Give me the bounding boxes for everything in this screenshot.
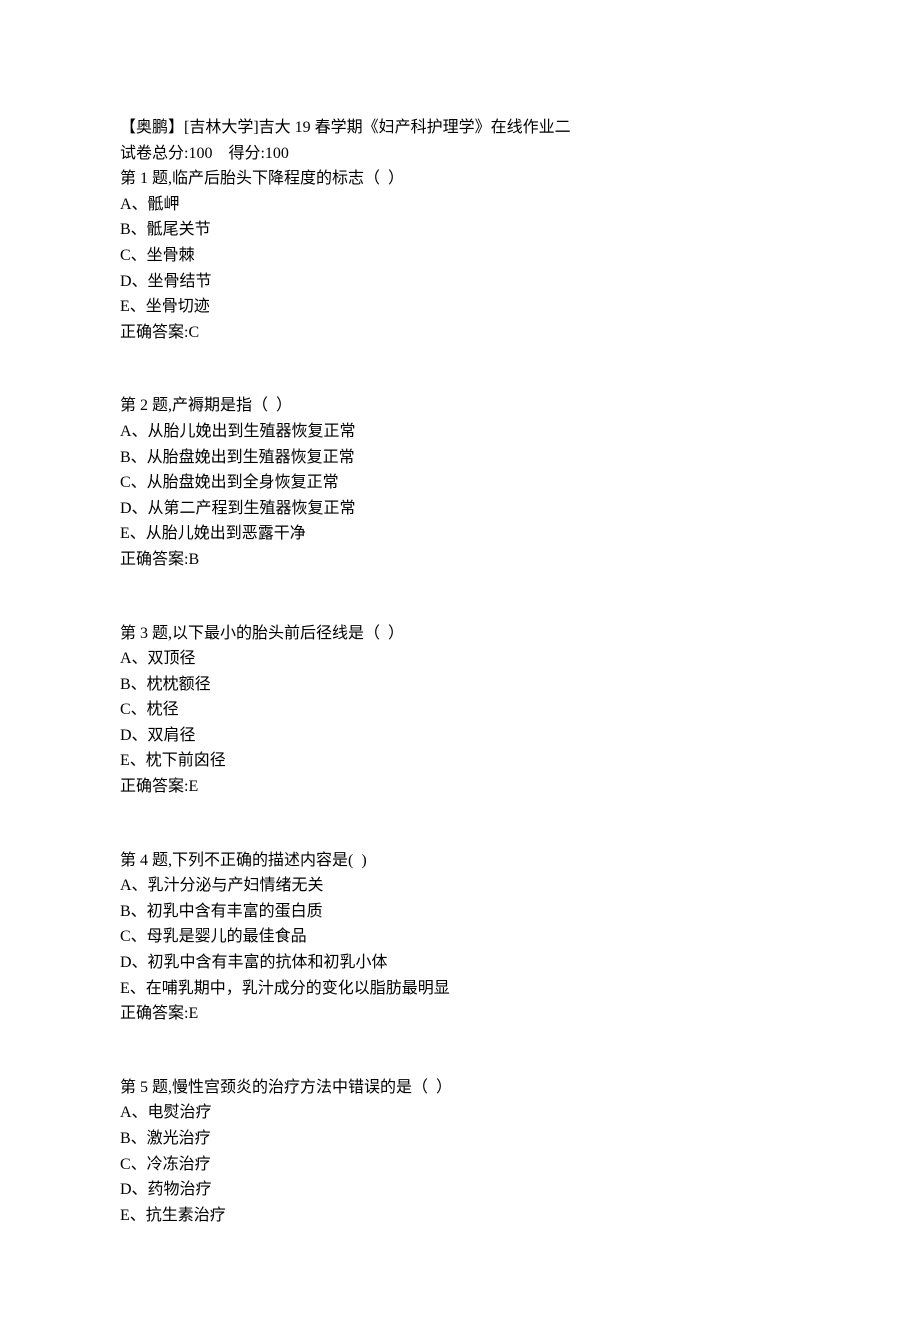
question-1: 第 1 题,临产后胎头下降程度的标志（ ） A、骶岬 B、骶尾关节 C、坐骨棘 … xyxy=(120,166,800,345)
question-2: 第 2 题,产褥期是指（ ） A、从胎儿娩出到生殖器恢复正常 B、从胎盘娩出到生… xyxy=(120,393,800,572)
question-option: D、坐骨结节 xyxy=(120,269,800,295)
question-option: E、枕下前囟径 xyxy=(120,748,800,774)
question-option: B、初乳中含有丰富的蛋白质 xyxy=(120,899,800,925)
question-option: E、坐骨切迹 xyxy=(120,294,800,320)
question-option: B、骶尾关节 xyxy=(120,217,800,243)
question-option: E、在哺乳期中，乳汁成分的变化以脂肪最明显 xyxy=(120,976,800,1002)
question-stem: 第 1 题,临产后胎头下降程度的标志（ ） xyxy=(120,166,800,192)
question-answer: 正确答案:E xyxy=(120,774,800,800)
question-option: A、从胎儿娩出到生殖器恢复正常 xyxy=(120,419,800,445)
question-option: D、从第二产程到生殖器恢复正常 xyxy=(120,496,800,522)
question-5: 第 5 题,慢性宫颈炎的治疗方法中错误的是（ ） A、电熨治疗 B、激光治疗 C… xyxy=(120,1075,800,1229)
question-option: E、从胎儿娩出到恶露干净 xyxy=(120,521,800,547)
question-option: E、抗生素治疗 xyxy=(120,1203,800,1229)
score-line: 试卷总分:100 得分:100 xyxy=(120,141,800,167)
question-option: A、乳汁分泌与产妇情绪无关 xyxy=(120,873,800,899)
question-option: B、枕枕额径 xyxy=(120,672,800,698)
question-option: C、枕径 xyxy=(120,697,800,723)
question-option: A、骶岬 xyxy=(120,192,800,218)
question-option: A、电熨治疗 xyxy=(120,1100,800,1126)
question-option: B、从胎盘娩出到生殖器恢复正常 xyxy=(120,445,800,471)
question-stem: 第 3 题,以下最小的胎头前后径线是（ ） xyxy=(120,621,800,647)
document-page: 【奥鹏】[吉林大学]吉大 19 春学期《妇产科护理学》在线作业二 试卷总分:10… xyxy=(0,0,920,1326)
question-option: C、坐骨棘 xyxy=(120,243,800,269)
document-header: 【奥鹏】[吉林大学]吉大 19 春学期《妇产科护理学》在线作业二 试卷总分:10… xyxy=(120,115,800,166)
question-option: B、激光治疗 xyxy=(120,1126,800,1152)
question-option: C、冷冻治疗 xyxy=(120,1152,800,1178)
question-option: D、双肩径 xyxy=(120,723,800,749)
question-answer: 正确答案:C xyxy=(120,320,800,346)
question-stem: 第 5 题,慢性宫颈炎的治疗方法中错误的是（ ） xyxy=(120,1075,800,1101)
question-stem: 第 2 题,产褥期是指（ ） xyxy=(120,393,800,419)
question-option: D、药物治疗 xyxy=(120,1177,800,1203)
question-4: 第 4 题,下列不正确的描述内容是( ) A、乳汁分泌与产妇情绪无关 B、初乳中… xyxy=(120,848,800,1027)
question-answer: 正确答案:B xyxy=(120,547,800,573)
question-answer: 正确答案:E xyxy=(120,1001,800,1027)
question-3: 第 3 题,以下最小的胎头前后径线是（ ） A、双顶径 B、枕枕额径 C、枕径 … xyxy=(120,621,800,800)
document-title: 【奥鹏】[吉林大学]吉大 19 春学期《妇产科护理学》在线作业二 xyxy=(120,115,800,141)
question-option: C、母乳是婴儿的最佳食品 xyxy=(120,924,800,950)
question-option: A、双顶径 xyxy=(120,646,800,672)
question-stem: 第 4 题,下列不正确的描述内容是( ) xyxy=(120,848,800,874)
question-option: D、初乳中含有丰富的抗体和初乳小体 xyxy=(120,950,800,976)
question-option: C、从胎盘娩出到全身恢复正常 xyxy=(120,470,800,496)
